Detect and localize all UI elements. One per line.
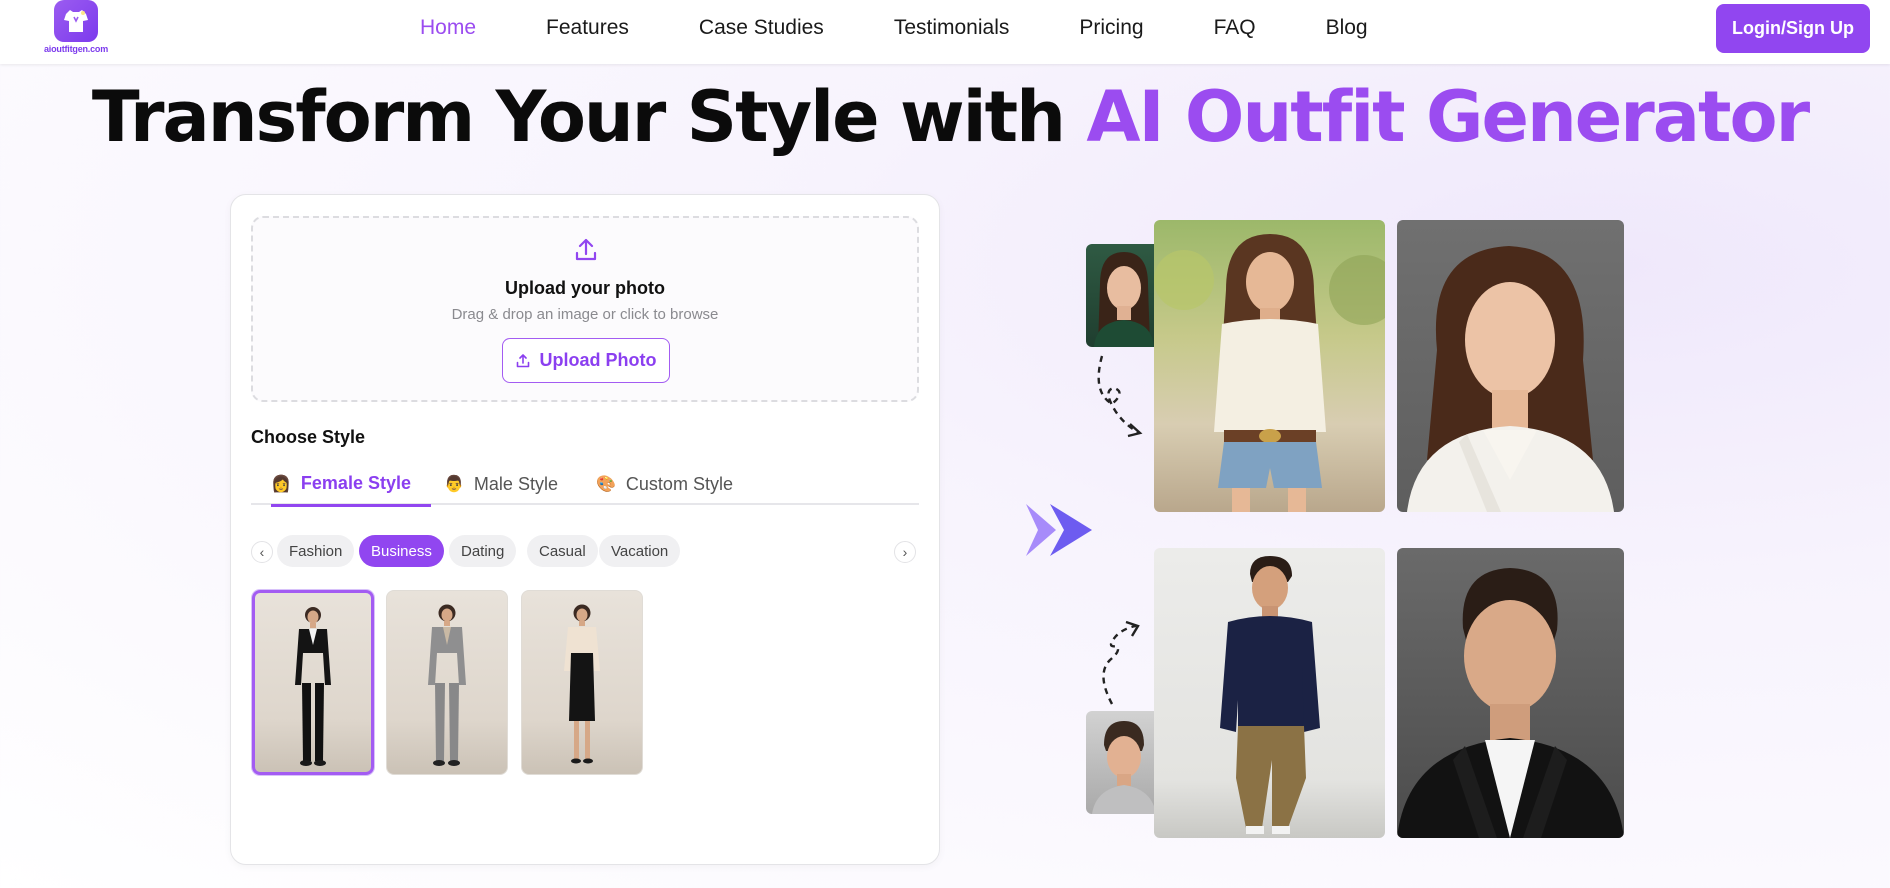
dashed-arrow-icon (1097, 355, 1143, 438)
tab-male-style-label: Male Style (473, 473, 558, 494)
nav-link-features[interactable]: Features (546, 16, 629, 40)
style-thumbnail[interactable] (386, 590, 508, 775)
result-woman-casual-image (1154, 220, 1385, 512)
logo-text: aioutfitgen.com (44, 44, 108, 54)
nav-link-pricing[interactable]: Pricing (1079, 16, 1143, 40)
upload-dropzone[interactable]: Upload your photo Drag & drop an image o… (251, 216, 919, 402)
style-tabs: 👩 Female Style 👨 Male Style 🎨 Custom Sty… (251, 463, 919, 507)
tab-male-style[interactable]: 👨 Male Style (444, 463, 558, 505)
outfit-blouse-skirt-image (564, 604, 600, 764)
hero-title-main: Transform Your Style with (91, 76, 1087, 158)
nav-link-home[interactable]: Home (420, 16, 476, 40)
chip-fashion[interactable]: Fashion (277, 535, 355, 567)
result-man-casual-image (1154, 548, 1385, 838)
result-woman-business-image (1397, 220, 1624, 512)
tab-female-style[interactable]: 👩 Female Style (271, 463, 431, 507)
result-man-business-image (1397, 548, 1624, 838)
nav-links: Home Features Case Studies Testimonials … (420, 0, 1438, 56)
female-emoji-icon: 👩 (271, 475, 291, 493)
style-thumbnail[interactable] (252, 590, 374, 775)
generator-card: Upload your photo Drag & drop an image o… (230, 194, 940, 865)
login-signup-button[interactable]: Login/Sign Up (1716, 4, 1870, 53)
nav-link-blog[interactable]: Blog (1326, 16, 1368, 40)
hero-title: Transform Your Style with AI Outfit Gene… (0, 76, 1890, 158)
chevron-right-icon[interactable]: › (894, 541, 916, 563)
outfit-grey-suit-image (428, 604, 466, 766)
chip-business[interactable]: Business (359, 535, 444, 567)
upload-photo-label: Upload Photo (539, 350, 657, 370)
logo[interactable]: aioutfitgen.com (40, 0, 112, 60)
chevron-left-icon[interactable]: ‹ (251, 541, 273, 563)
input-face-woman-image (1086, 244, 1162, 347)
style-category-chips: ‹ Fashion Business Dating Casual Vacatio… (251, 535, 919, 567)
upload-icon (575, 238, 597, 261)
logo-shirt-icon (54, 0, 98, 42)
male-emoji-icon: 👨 (444, 476, 464, 493)
nav-link-faq[interactable]: FAQ (1214, 16, 1256, 40)
upload-photo-button[interactable]: Upload Photo (502, 338, 670, 383)
tab-custom-style[interactable]: 🎨 Custom Style (596, 463, 733, 505)
tab-custom-style-label: Custom Style (625, 473, 733, 494)
upload-title: Upload your photo (505, 278, 665, 298)
palette-emoji-icon: 🎨 (596, 476, 616, 493)
double-chevron-icon (1026, 504, 1092, 556)
hero-title-accent: AI Outfit Generator (1086, 76, 1810, 158)
nav-link-case-studies[interactable]: Case Studies (699, 16, 824, 40)
top-nav: aioutfitgen.com Home Features Case Studi… (0, 0, 1890, 64)
chip-dating[interactable]: Dating (449, 535, 517, 567)
upload-small-icon (516, 353, 529, 367)
choose-style-heading: Choose Style (251, 427, 366, 447)
style-thumbnail[interactable] (521, 590, 643, 775)
upload-subtitle: Drag & drop an image or click to browse (451, 306, 719, 323)
tab-female-style-label: Female Style (300, 473, 411, 493)
outfit-black-suit-image (295, 607, 331, 766)
chip-casual[interactable]: Casual (527, 535, 598, 567)
chip-vacation[interactable]: Vacation (599, 535, 681, 567)
input-face-man-image (1086, 711, 1162, 814)
nav-link-testimonials[interactable]: Testimonials (894, 16, 1010, 40)
dashed-arrow-icon (1102, 620, 1140, 705)
